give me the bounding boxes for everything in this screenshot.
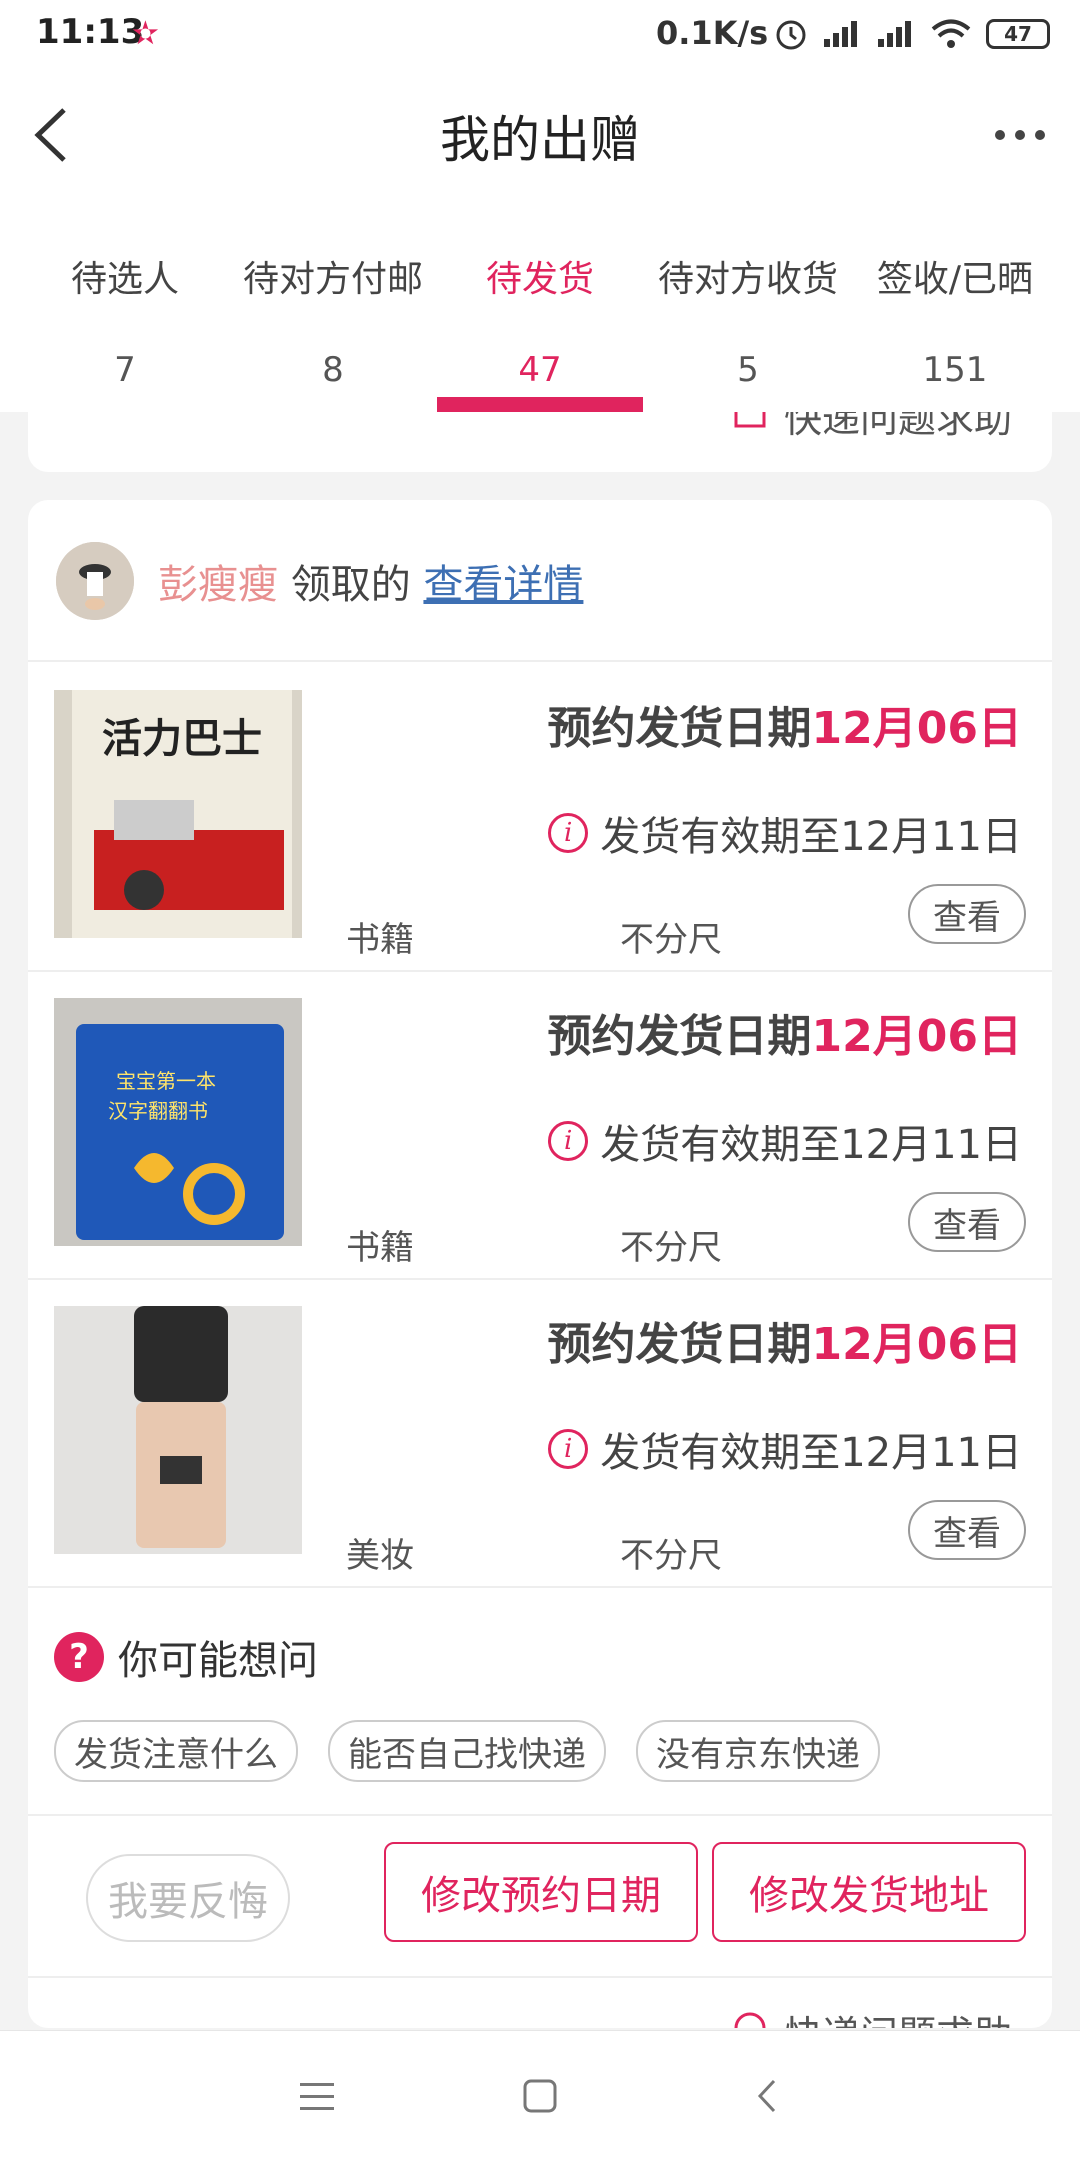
- item-row[interactable]: 活力巴士 预约发货日期12月06日 i 发货有效期至12月11日 书籍 不分尺 查…: [28, 662, 1052, 972]
- validity: i 发货有效期至12月11日: [548, 1112, 1022, 1170]
- help-link[interactable]: 快递问题求助: [728, 2004, 1012, 2028]
- status-icons: 47: [774, 14, 1050, 54]
- validity-text: 发货有效期至12月11日: [600, 1122, 1022, 1168]
- menu-icon[interactable]: [292, 2071, 342, 2121]
- system-nav-bar: [0, 2030, 1080, 2161]
- item-thumbnail-book[interactable]: 宝宝第一本汉字翻翻书: [54, 998, 302, 1246]
- item-thumbnail-book[interactable]: 活力巴士: [54, 690, 302, 938]
- faq-chips: 发货注意什么 能否自己找快递 没有京东快递: [54, 1720, 880, 1782]
- help-icon: [734, 2011, 766, 2028]
- receiver-text: 彭瘦瘦 领取的 查看详情: [158, 552, 583, 610]
- help-icon: [734, 412, 766, 427]
- tab-label: 签收/已晒: [876, 259, 1034, 300]
- view-button[interactable]: 查看: [908, 1500, 1026, 1560]
- view-button[interactable]: 查看: [908, 1192, 1026, 1252]
- nav-bar: 我的出赠: [0, 70, 1080, 200]
- tab-pending-receive[interactable]: 待对方收货 5: [643, 250, 853, 390]
- battery-icon: 47: [986, 19, 1050, 49]
- help-link[interactable]: 快递问题求助: [728, 412, 1012, 443]
- validity: i 发货有效期至12月11日: [548, 1420, 1022, 1478]
- info-icon: i: [548, 1429, 589, 1469]
- validity: i 发货有效期至12月11日: [548, 804, 1022, 862]
- faq-chip[interactable]: 发货注意什么: [54, 1720, 298, 1782]
- tab-pending-select[interactable]: 待选人 7: [20, 250, 230, 390]
- modify-address-button[interactable]: 修改发货地址: [712, 1842, 1026, 1942]
- wifi-icon: [931, 19, 971, 48]
- star-icon: ✫: [132, 14, 159, 52]
- item-category: 书籍: [346, 1228, 414, 1268]
- item-size: 不分尺: [620, 1536, 722, 1576]
- appointment-date: 预约发货日期12月06日: [548, 1308, 1022, 1372]
- tab-label: 待选人: [70, 259, 179, 300]
- view-details-link[interactable]: 查看详情: [423, 562, 583, 608]
- item-category: 书籍: [346, 920, 414, 960]
- tab-pending-ship[interactable]: 待发货 47: [435, 250, 645, 390]
- active-tab-indicator: [437, 397, 643, 412]
- alarm-icon: [776, 20, 806, 50]
- tab-label: 待对方收货: [657, 259, 838, 300]
- info-icon: i: [548, 813, 589, 853]
- tab-count: 151: [922, 350, 988, 390]
- more-icon[interactable]: [990, 110, 1050, 160]
- regret-button[interactable]: 我要反悔: [86, 1854, 290, 1942]
- tab-pending-postage[interactable]: 待对方付邮 8: [228, 250, 438, 390]
- help-link-label: 快递问题求助: [784, 2004, 1012, 2028]
- svg-text:宝宝第一本: 宝宝第一本: [116, 1069, 216, 1093]
- faq-chip[interactable]: 没有京东快递: [636, 1720, 880, 1782]
- appointment-date-value: 12月06日: [811, 1011, 1022, 1062]
- action-bar: 我要反悔 修改预约日期 修改发货地址: [28, 1816, 1052, 1978]
- svg-text:活力巴士: 活力巴士: [102, 716, 262, 762]
- status-bar: 11:13 ✫ 0.1K/s 47: [0, 0, 1080, 70]
- status-time: 11:13: [36, 12, 145, 52]
- home-icon[interactable]: [515, 2071, 565, 2121]
- item-size: 不分尺: [620, 1228, 722, 1268]
- page-title: 我的出赠: [440, 111, 640, 169]
- tab-count: 5: [737, 350, 759, 390]
- modify-date-button[interactable]: 修改预约日期: [384, 1842, 698, 1942]
- item-row[interactable]: 预约发货日期12月06日 i 发货有效期至12月11日 美妆 不分尺 查看: [28, 1278, 1052, 1588]
- appointment-label: 预约发货日期: [547, 1319, 812, 1370]
- item-size: 不分尺: [620, 920, 722, 960]
- avatar[interactable]: [56, 542, 134, 620]
- appointment-date-value: 12月06日: [811, 1319, 1022, 1370]
- tab-count: 8: [322, 350, 344, 390]
- receiver-name[interactable]: 彭瘦瘦: [158, 562, 278, 608]
- info-icon: i: [548, 1121, 589, 1161]
- item-thumbnail-cosmetic[interactable]: [54, 1306, 302, 1554]
- faq-section: ? 你可能想问 发货注意什么 能否自己找快递 没有京东快递: [28, 1584, 1052, 1816]
- tab-label: 待发货: [485, 259, 594, 300]
- svg-text:汉字翻翻书: 汉字翻翻书: [108, 1099, 208, 1123]
- faq-title: ? 你可能想问: [54, 1628, 318, 1686]
- gift-card: 彭瘦瘦 领取的 查看详情 活力巴士 预约发货日期12月06日 i 发货有效期至12…: [28, 500, 1052, 2028]
- appointment-label: 预约发货日期: [547, 703, 812, 754]
- tab-received[interactable]: 签收/已晒 151: [850, 250, 1060, 390]
- back-nav-icon[interactable]: [742, 2071, 792, 2121]
- appointment-date-value: 12月06日: [811, 703, 1022, 754]
- appointment-date: 预约发货日期12月06日: [548, 692, 1022, 756]
- receiver-action: 领取的: [290, 562, 411, 608]
- validity-text: 发货有效期至12月11日: [600, 1430, 1022, 1476]
- previous-card: 快递问题求助: [28, 412, 1052, 472]
- tab-count: 47: [518, 350, 562, 390]
- item-category: 美妆: [346, 1536, 414, 1576]
- help-link-label: 快递问题求助: [783, 412, 1012, 441]
- signal-icon-2: [878, 21, 911, 47]
- validity-text: 发货有效期至12月11日: [600, 814, 1022, 860]
- item-row[interactable]: 宝宝第一本汉字翻翻书 预约发货日期12月06日 i 发货有效期至12月11日 书籍…: [28, 970, 1052, 1280]
- tab-count: 7: [114, 350, 136, 390]
- faq-title-text: 你可能想问: [118, 1638, 318, 1684]
- network-speed: 0.1K/s: [656, 14, 769, 52]
- tab-label: 待对方付邮: [242, 259, 423, 300]
- faq-chip[interactable]: 能否自己找快递: [328, 1720, 606, 1782]
- view-button[interactable]: 查看: [908, 884, 1026, 944]
- appointment-date: 预约发货日期12月06日: [548, 1000, 1022, 1064]
- signal-icon: [824, 21, 857, 47]
- appointment-label: 预约发货日期: [547, 1011, 812, 1062]
- receiver-row: 彭瘦瘦 领取的 查看详情: [28, 500, 1052, 662]
- question-icon: ?: [54, 1632, 104, 1682]
- status-tabs: 待选人 7 待对方付邮 8 待发货 47 待对方收货 5 签收/已晒 151: [0, 200, 1080, 412]
